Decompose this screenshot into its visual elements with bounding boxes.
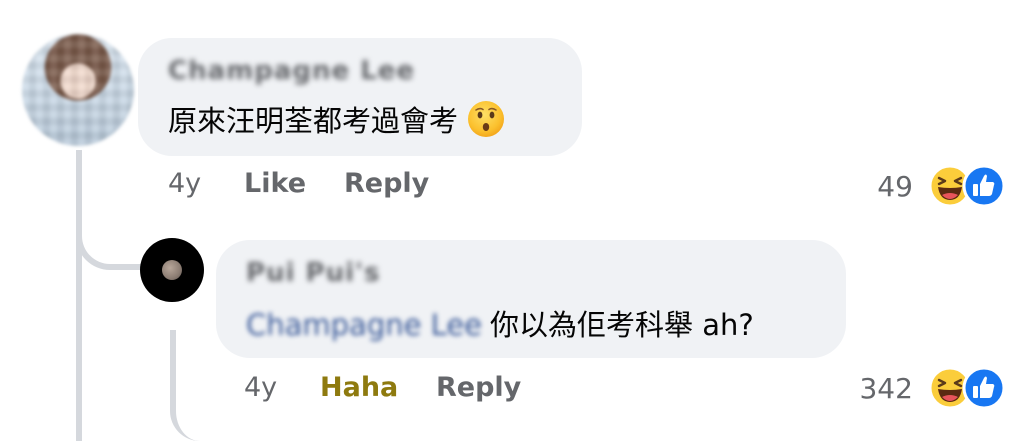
reaction-icons	[928, 164, 1006, 208]
reply-timestamp[interactable]: 4y	[244, 372, 277, 403]
reaction-icons	[928, 366, 1006, 410]
like-reaction-icon	[962, 366, 1006, 410]
reply-author-name[interactable]: Pui Pui's	[246, 258, 380, 288]
reply-bubble: Pui Pui's Champagne Lee 你以為佢考科舉 ah?	[216, 240, 846, 358]
reply-thread-connector	[170, 330, 200, 441]
comment-author-name[interactable]: Champagne Lee	[168, 56, 415, 86]
comment-bubble: Champagne Lee 原來汪明荃都考過會考	[138, 38, 582, 156]
comment-text: 原來汪明荃都考過會考	[168, 98, 506, 143]
moon-image	[162, 260, 182, 280]
reaction-count: 49	[877, 169, 913, 203]
comment-body: 原來汪明荃都考過會考	[168, 104, 459, 138]
reply-body: 你以為佢考科舉 ah?	[490, 308, 754, 342]
hushed-face-emoji-icon	[468, 101, 505, 137]
like-button[interactable]: Like	[244, 168, 306, 199]
like-reaction-icon	[962, 164, 1006, 208]
reaction-summary[interactable]: 342	[859, 366, 1006, 410]
reply-text: Champagne Lee 你以為佢考科舉 ah?	[246, 302, 754, 344]
haha-button[interactable]: Haha	[320, 372, 398, 403]
reaction-summary[interactable]: 49	[877, 164, 1006, 208]
reply-button[interactable]: Reply	[436, 372, 521, 403]
avatar-pixelation	[22, 34, 134, 146]
thread-branch-curve	[76, 200, 142, 270]
thread-connector-line	[76, 150, 82, 441]
comment-thread: Champagne Lee 原來汪明荃都考過會考 4y Like Reply 4…	[0, 0, 1024, 441]
reaction-count: 342	[859, 371, 913, 405]
mention-link[interactable]: Champagne Lee	[246, 308, 482, 342]
avatar[interactable]	[22, 34, 134, 146]
comment-timestamp[interactable]: 4y	[168, 168, 201, 199]
reply-button[interactable]: Reply	[344, 168, 429, 199]
avatar[interactable]	[140, 238, 204, 302]
